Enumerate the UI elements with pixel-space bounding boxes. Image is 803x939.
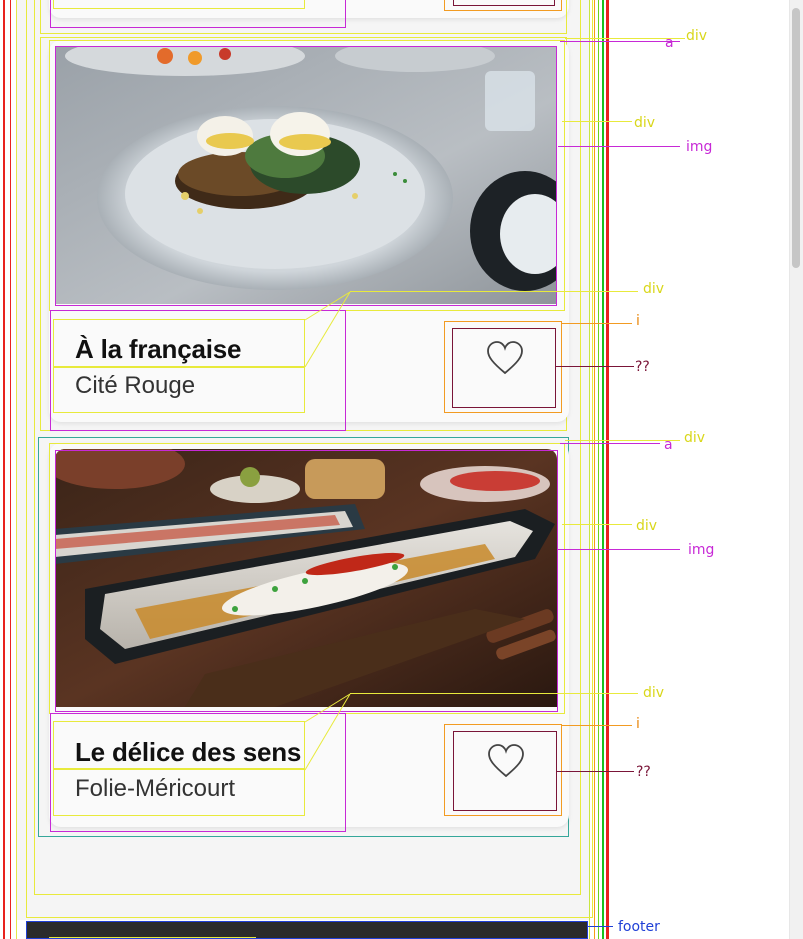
guide-line [560, 443, 660, 444]
debug-label-div: div [634, 115, 656, 131]
debug-rail [3, 0, 5, 939]
heart-outline-icon [488, 744, 524, 778]
debug-rail [598, 0, 599, 939]
guide-line [588, 926, 613, 927]
debug-label-div: div [636, 518, 658, 534]
guide-line [350, 291, 638, 292]
debug-rail [10, 0, 11, 939]
debug-label-i: i [636, 716, 640, 732]
debug-label-img: img [686, 139, 713, 155]
title-outline [53, 319, 305, 367]
subtitle-outline [53, 367, 305, 413]
guide-line [556, 771, 634, 772]
favorite-outline [453, 0, 555, 6]
favorite-button[interactable] [453, 731, 557, 811]
debug-rail [606, 0, 609, 939]
favorite-button[interactable] [452, 328, 556, 408]
page-footer [26, 921, 588, 939]
debug-label-div: div [643, 281, 665, 297]
debug-rail [594, 0, 595, 939]
debug-label-img: img [688, 542, 715, 558]
debug-rail [602, 0, 604, 939]
guide-line [562, 524, 632, 525]
guide-line [562, 323, 632, 324]
debug-label-unknown: ?? [636, 764, 651, 780]
guide-line [562, 725, 632, 726]
guide-line [558, 549, 680, 550]
debug-label-i: i [636, 313, 640, 329]
guide-line [350, 693, 638, 694]
scrollbar-thumb[interactable] [792, 8, 800, 268]
guide-line [560, 41, 680, 42]
debug-label-div: div [686, 28, 708, 44]
title-outline [53, 721, 305, 769]
guide-line [558, 146, 680, 147]
guide-line [562, 121, 632, 122]
debug-label-div: div [643, 685, 665, 701]
img-outline [55, 450, 558, 712]
card-text-outline [53, 0, 305, 9]
debug-label-a: a [664, 437, 673, 453]
vertical-scrollbar[interactable] [789, 0, 803, 939]
subtitle-outline [53, 769, 305, 816]
debug-label-div: div [684, 430, 706, 446]
debug-label-a: a [665, 35, 674, 51]
guide-line [556, 366, 634, 367]
guide-line [565, 440, 680, 441]
heart-outline-icon [487, 341, 523, 375]
debug-label-footer: footer [618, 919, 660, 935]
img-outline [55, 46, 557, 306]
debug-rail [16, 0, 17, 939]
debug-label-unknown: ?? [635, 359, 650, 375]
